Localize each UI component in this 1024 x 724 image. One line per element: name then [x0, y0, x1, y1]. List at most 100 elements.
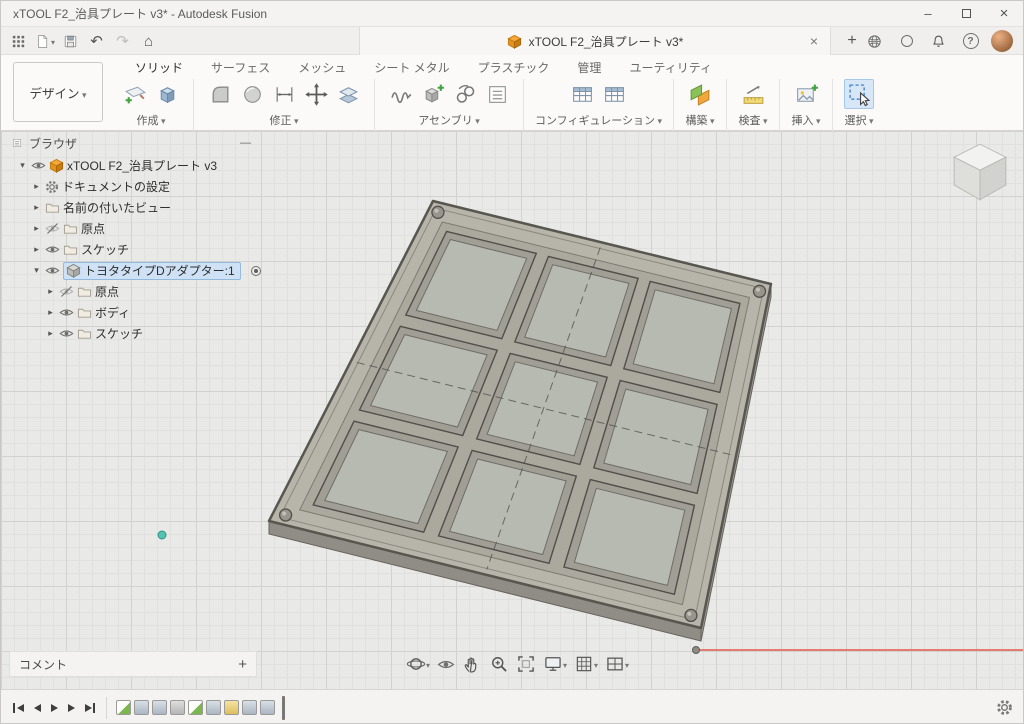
browser-item-component[interactable]: トヨタタイプDアダプター:1	[9, 260, 259, 281]
go-to-end-button[interactable]	[83, 698, 98, 718]
group-assemble-label[interactable]: アセンブリ	[418, 112, 479, 128]
chevron-right-icon[interactable]	[45, 307, 56, 318]
press-pull-button[interactable]	[205, 79, 235, 109]
play-button[interactable]	[49, 698, 60, 718]
browser-item-label[interactable]: スケッチ	[95, 325, 143, 342]
activate-component-radio[interactable]	[251, 266, 261, 276]
move-button[interactable]	[301, 79, 331, 109]
browser-item-named-views[interactable]: 名前の付いたビュー	[9, 197, 259, 218]
timeline-settings-gear-icon[interactable]	[996, 699, 1013, 716]
go-to-start-button[interactable]	[11, 698, 26, 718]
group-inspect-label[interactable]: 検査	[739, 112, 768, 128]
visibility-on-icon[interactable]	[45, 244, 60, 255]
undo-button[interactable]	[85, 29, 108, 53]
insert-button[interactable]	[791, 79, 821, 109]
timeline-feature-extrude-icon[interactable]	[206, 700, 221, 715]
timeline-feature-sketch-icon[interactable]	[116, 700, 131, 715]
visibility-on-icon[interactable]	[45, 265, 60, 276]
dimension-button[interactable]	[269, 79, 299, 109]
browser-item-root[interactable]: xTOOL F2_治具プレート v3	[9, 155, 259, 176]
web-button[interactable]	[863, 29, 886, 53]
viewports-button[interactable]	[602, 652, 632, 676]
group-select-label[interactable]: 選択	[845, 112, 874, 128]
configuration-list-button[interactable]	[600, 79, 630, 109]
offset-button[interactable]	[333, 79, 363, 109]
viewcube[interactable]	[943, 135, 1017, 209]
browser-item-label[interactable]: トヨタタイプDアダプター:1	[84, 262, 235, 279]
visibility-off-icon[interactable]	[45, 223, 60, 234]
browser-item-origin[interactable]: 原点	[9, 218, 259, 239]
visibility-on-icon[interactable]	[59, 307, 74, 318]
help-button[interactable]	[959, 29, 982, 53]
grid-settings-button[interactable]	[571, 652, 601, 676]
visibility-on-icon[interactable]	[59, 328, 74, 339]
new-tab-button[interactable]	[841, 30, 863, 52]
create-sketch-button[interactable]	[120, 79, 150, 109]
group-modify-label[interactable]: 修正	[269, 112, 298, 128]
chevron-right-icon[interactable]	[31, 223, 42, 234]
tab-close-button[interactable]	[806, 33, 822, 49]
browser-item-component-sketches[interactable]: スケッチ	[9, 323, 259, 344]
new-component-button[interactable]	[418, 79, 448, 109]
group-insert-label[interactable]: 挿入	[792, 112, 821, 128]
group-construct-label[interactable]: 構築	[686, 112, 715, 128]
apps-grid-button[interactable]	[7, 29, 30, 53]
chevron-right-icon[interactable]	[45, 328, 56, 339]
visibility-off-icon[interactable]	[59, 286, 74, 297]
chevron-down-icon[interactable]	[31, 265, 42, 276]
joint-button[interactable]	[450, 79, 480, 109]
comments-bar[interactable]: コメント	[9, 651, 257, 677]
timeline-feature-sketch-icon[interactable]	[188, 700, 203, 715]
chevron-right-icon[interactable]	[31, 202, 42, 213]
create-solid-button[interactable]	[152, 79, 182, 109]
browser-item-label[interactable]: xTOOL F2_治具プレート v3	[67, 157, 217, 174]
browser-item-label[interactable]: ドキュメントの設定	[62, 178, 170, 195]
tab-utilities[interactable]: ユーティリティ	[615, 58, 726, 76]
timeline-feature-extrude-icon[interactable]	[134, 700, 149, 715]
zoom-button[interactable]	[486, 652, 512, 676]
timeline-feature-extrude-icon[interactable]	[152, 700, 167, 715]
add-comment-button[interactable]	[238, 656, 247, 673]
motion-study-button[interactable]	[386, 79, 416, 109]
measure-button[interactable]	[738, 79, 768, 109]
document-tab[interactable]: xTOOL F2_治具プレート v3*	[359, 27, 831, 55]
browser-item-sketches[interactable]: スケッチ	[9, 239, 259, 260]
user-avatar[interactable]	[991, 30, 1013, 52]
minimize-button[interactable]	[909, 1, 947, 26]
group-create-label[interactable]: 作成	[136, 112, 165, 128]
notifications-button[interactable]	[927, 29, 950, 53]
tab-surface[interactable]: サーフェス	[197, 58, 284, 76]
job-status-button[interactable]	[895, 29, 918, 53]
tab-plastic[interactable]: プラスチック	[464, 58, 564, 76]
tab-sheet-metal[interactable]: シート メタル	[360, 58, 463, 76]
bom-button[interactable]	[482, 79, 512, 109]
browser-item-label[interactable]: 原点	[95, 283, 119, 300]
timeline-feature-move-icon[interactable]	[224, 700, 239, 715]
configuration-table-button[interactable]	[568, 79, 598, 109]
home-button[interactable]	[137, 29, 160, 53]
timeline-position-marker[interactable]	[282, 696, 285, 720]
maximize-button[interactable]	[947, 1, 985, 26]
step-forward-button[interactable]	[66, 698, 77, 718]
step-back-button[interactable]	[32, 698, 43, 718]
timeline-feature-extrude-icon[interactable]	[242, 700, 257, 715]
pan-button[interactable]	[459, 652, 485, 676]
chevron-right-icon[interactable]	[45, 286, 56, 297]
orbit-button[interactable]	[403, 652, 433, 676]
visibility-on-icon[interactable]	[31, 160, 46, 171]
chevron-right-icon[interactable]	[31, 244, 42, 255]
chevron-right-icon[interactable]	[31, 181, 42, 192]
tab-manage[interactable]: 管理	[563, 58, 615, 76]
tab-solid[interactable]: ソリッド	[121, 58, 197, 76]
browser-minimize-button[interactable]	[240, 137, 251, 149]
save-button[interactable]	[59, 29, 82, 53]
selected-item-highlight[interactable]: トヨタタイプDアダプター:1	[63, 262, 241, 280]
close-button[interactable]	[985, 1, 1023, 26]
display-settings-button[interactable]	[540, 652, 570, 676]
chevron-down-icon[interactable]	[17, 160, 28, 171]
construct-plane-button[interactable]	[685, 79, 715, 109]
fit-view-button[interactable]	[513, 652, 539, 676]
group-configuration-label[interactable]: コンフィギュレーション	[535, 112, 662, 128]
timeline-feature-extrude-icon[interactable]	[260, 700, 275, 715]
viewport-canvas[interactable]: ブラウザ xTOOL F2_治具プレート v3 ドキュメントの設定	[1, 131, 1024, 689]
